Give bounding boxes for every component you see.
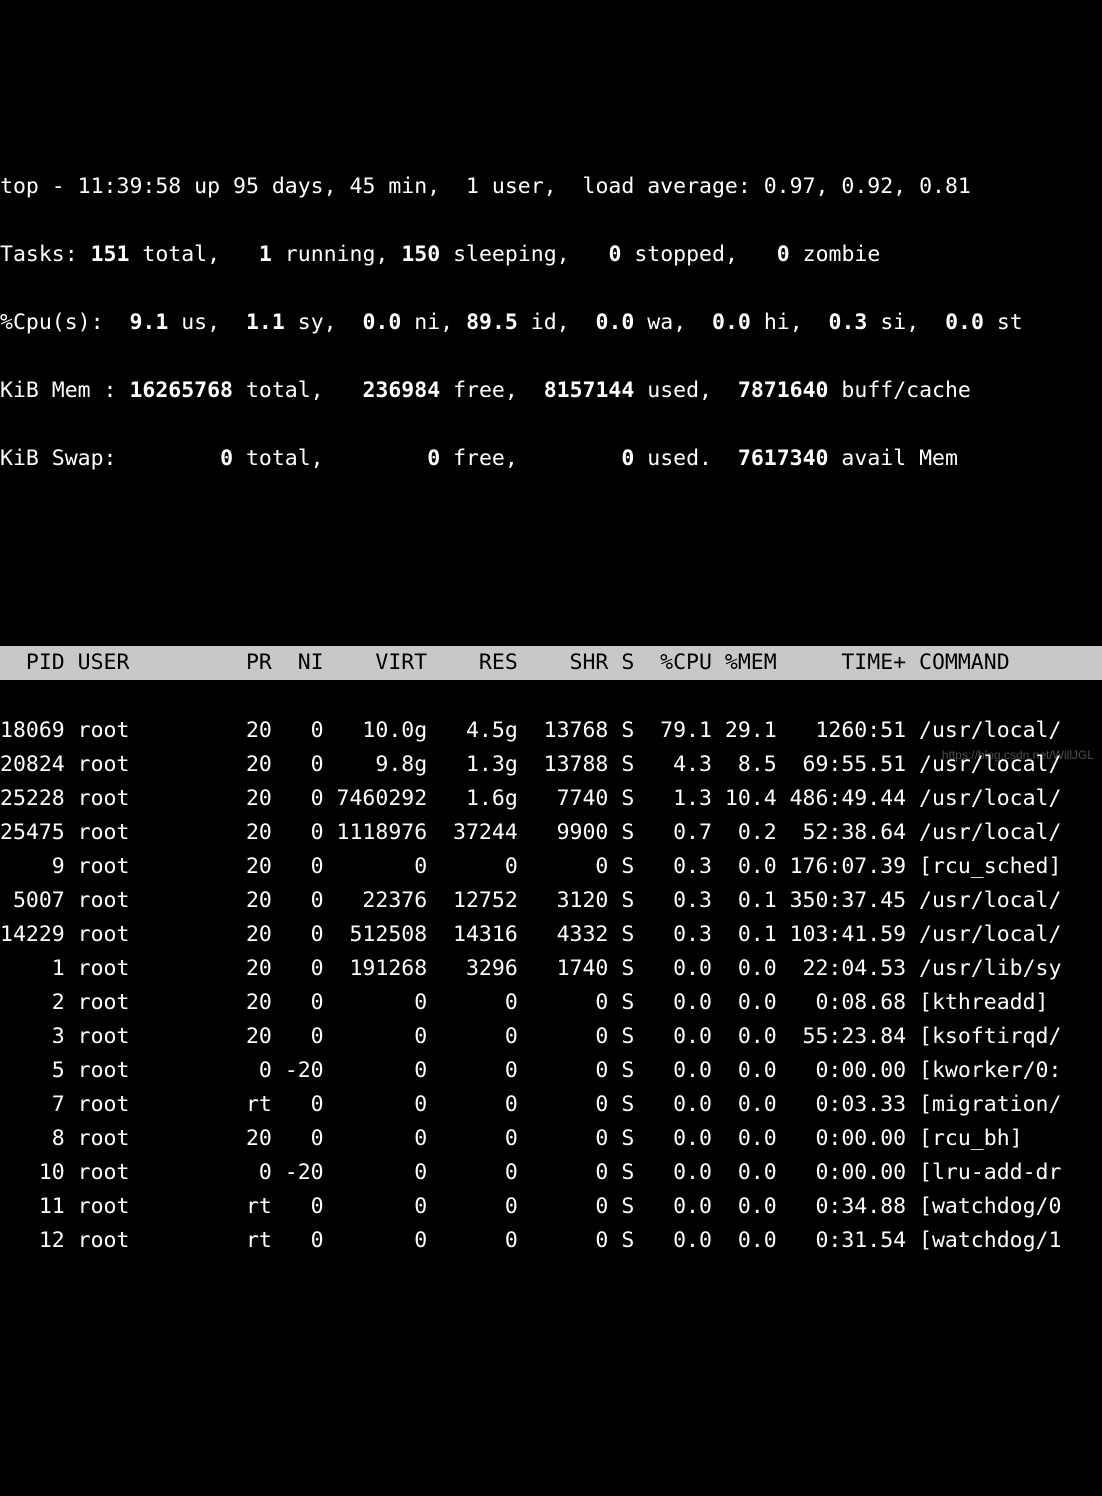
- mem-line: KiB Mem : 16265768 total, 236984 free, 8…: [0, 374, 1102, 408]
- table-row: 11 root rt 0 0 0 0 S 0.0 0.0 0:34.88 [wa…: [0, 1190, 1102, 1224]
- watermark: https://blog.csdn.net/WillJGL: [942, 738, 1094, 772]
- table-row: 7 root rt 0 0 0 0 S 0.0 0.0 0:03.33 [mig…: [0, 1088, 1102, 1122]
- top-summary: top - 11:39:58 up 95 days, 45 min, 1 use…: [0, 136, 1102, 578]
- cpu-line: %Cpu(s): 9.1 us, 1.1 sy, 0.0 ni, 89.5 id…: [0, 306, 1102, 340]
- table-row: 12 root rt 0 0 0 0 S 0.0 0.0 0:31.54 [wa…: [0, 1224, 1102, 1258]
- table-row: 25228 root 20 0 7460292 1.6g 7740 S 1.3 …: [0, 782, 1102, 816]
- process-table: 18069 root 20 0 10.0g 4.5g 13768 S 79.1 …: [0, 714, 1102, 1258]
- tasks-line: Tasks: 151 total, 1 running, 150 sleepin…: [0, 238, 1102, 272]
- column-header-row: PID USER PR NI VIRT RES SHR S %CPU %MEM …: [0, 646, 1102, 680]
- swap-line: KiB Swap: 0 total, 0 free, 0 used. 76173…: [0, 442, 1102, 476]
- table-row: 10 root 0 -20 0 0 0 S 0.0 0.0 0:00.00 [l…: [0, 1156, 1102, 1190]
- table-row: 5007 root 20 0 22376 12752 3120 S 0.3 0.…: [0, 884, 1102, 918]
- table-row: 1 root 20 0 191268 3296 1740 S 0.0 0.0 2…: [0, 952, 1102, 986]
- table-row: 20824 root 20 0 9.8g 1.3g 13788 S 4.3 8.…: [0, 748, 1102, 782]
- blank-line: [0, 510, 1102, 544]
- table-row: 8 root 20 0 0 0 0 S 0.0 0.0 0:00.00 [rcu…: [0, 1122, 1102, 1156]
- table-row: 9 root 20 0 0 0 0 S 0.3 0.0 176:07.39 [r…: [0, 850, 1102, 884]
- table-row: 14229 root 20 0 512508 14316 4332 S 0.3 …: [0, 918, 1102, 952]
- table-row: 3 root 20 0 0 0 0 S 0.0 0.0 55:23.84 [ks…: [0, 1020, 1102, 1054]
- uptime-line: top - 11:39:58 up 95 days, 45 min, 1 use…: [0, 170, 1102, 204]
- table-row: 18069 root 20 0 10.0g 4.5g 13768 S 79.1 …: [0, 714, 1102, 748]
- table-row: 2 root 20 0 0 0 0 S 0.0 0.0 0:08.68 [kth…: [0, 986, 1102, 1020]
- table-row: 25475 root 20 0 1118976 37244 9900 S 0.7…: [0, 816, 1102, 850]
- table-row: 5 root 0 -20 0 0 0 S 0.0 0.0 0:00.00 [kw…: [0, 1054, 1102, 1088]
